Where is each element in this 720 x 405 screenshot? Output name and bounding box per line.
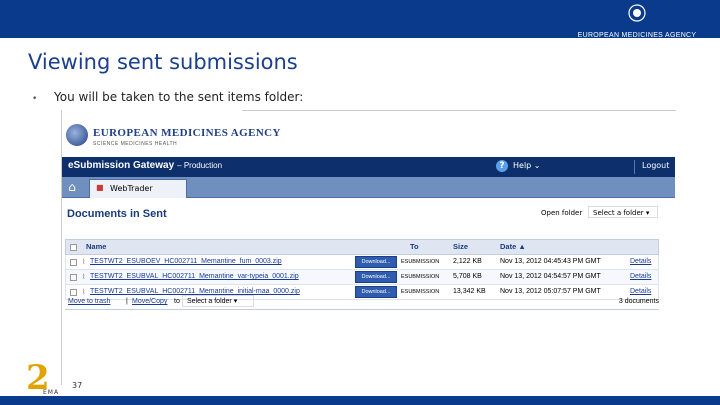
column-to[interactable]: To bbox=[410, 242, 419, 251]
app-header-bar: eSubmission Gateway – Production ? Help ⌄… bbox=[62, 157, 675, 177]
row-size: 13,342 KB bbox=[453, 288, 486, 295]
app-title: eSubmission Gateway – Production bbox=[68, 160, 222, 171]
open-folder-label: Open folder bbox=[541, 209, 583, 217]
app-title-text: eSubmission Gateway bbox=[68, 160, 175, 171]
folder-select-value: Select a folder bbox=[593, 209, 644, 217]
home-icon[interactable]: ⌂ bbox=[65, 180, 79, 194]
tab-label: WebTrader bbox=[110, 184, 153, 193]
target-folder-value: Select a folder bbox=[187, 298, 232, 305]
row-checkbox[interactable] bbox=[70, 259, 77, 266]
webtrader-icon: ■ bbox=[96, 183, 104, 192]
tab-bar: ⌂ ■ WebTrader bbox=[62, 177, 675, 198]
gateway-screenshot: EUROPEAN MEDICINES AGENCY SCIENCE MEDICI… bbox=[61, 110, 676, 325]
globe-icon bbox=[66, 124, 88, 146]
documents-table: Name To Size Date ▲ ⌇ TESTWT2_ESUBOEV_HC… bbox=[65, 239, 659, 300]
logout-link[interactable]: Logout bbox=[642, 161, 669, 170]
file-name-link[interactable]: TESTWT2_ESUBOEV_HC002711_Memantine_fum_0… bbox=[90, 258, 282, 265]
row-to: ESUBMISSION bbox=[401, 274, 440, 280]
row-size: 2,122 KB bbox=[453, 258, 482, 265]
tab-webtrader[interactable]: ■ WebTrader bbox=[89, 179, 187, 198]
file-name-link[interactable]: TESTWT2_ESUBVAL_HC002711_Memantine_initi… bbox=[90, 288, 300, 295]
download-button[interactable]: Download... bbox=[355, 256, 397, 268]
row-to: ESUBMISSION bbox=[401, 259, 440, 265]
main-content: Documents in Sent Open folder Select a f… bbox=[62, 198, 675, 325]
top-banner: EUROPEAN MEDICINES AGENCY bbox=[0, 0, 720, 39]
attachment-icon: ⌇ bbox=[82, 259, 86, 266]
row-size: 5,708 KB bbox=[453, 273, 482, 280]
open-folder-select[interactable]: Select a folder ▾ bbox=[588, 206, 658, 218]
column-size[interactable]: Size bbox=[453, 242, 468, 251]
help-menu[interactable]: Help ⌄ bbox=[513, 161, 540, 170]
row-date: Nov 13, 2012 05:07:57 PM GMT bbox=[500, 288, 601, 295]
anniversary-logo: 2 EMA bbox=[26, 358, 66, 398]
actions-separator: | bbox=[126, 298, 128, 305]
table-row[interactable]: ⌇ TESTWT2_ESUBOEV_HC002711_Memantine_fum… bbox=[65, 255, 659, 270]
bottom-banner bbox=[0, 396, 720, 405]
header-divider bbox=[634, 160, 635, 174]
bullet-item: • You will be taken to the sent items fol… bbox=[32, 90, 303, 104]
move-copy-to-label: to bbox=[174, 298, 180, 305]
download-button[interactable]: Download... bbox=[355, 271, 397, 283]
environment-label: – Production bbox=[177, 161, 223, 170]
header-logo-text: EUROPEAN MEDICINES AGENCY bbox=[577, 32, 697, 39]
move-copy-link[interactable]: Move/Copy bbox=[132, 298, 167, 305]
table-actions: Move to trash | Move/Copy to Select a fo… bbox=[65, 295, 659, 309]
table-header: Name To Size Date ▲ bbox=[65, 239, 659, 255]
bullet-dot-icon: • bbox=[32, 94, 38, 104]
app-brand-name: EUROPEAN MEDICINES AGENCY bbox=[93, 127, 281, 139]
header-checkbox[interactable] bbox=[70, 244, 77, 251]
slide-title: Viewing sent submissions bbox=[28, 50, 298, 74]
document-count: 3 documents bbox=[618, 298, 659, 305]
column-name[interactable]: Name bbox=[86, 242, 106, 251]
file-name-link[interactable]: TESTWT2_ESUBVAL_HC002711_Memantine_var-t… bbox=[90, 273, 299, 280]
row-checkbox[interactable] bbox=[70, 274, 77, 281]
target-folder-select[interactable]: Select a folder ▾ bbox=[182, 295, 254, 307]
table-row[interactable]: ⌇ TESTWT2_ESUBVAL_HC002711_Memantine_var… bbox=[65, 270, 659, 285]
details-link[interactable]: Details bbox=[630, 288, 651, 295]
screenshot-top-rule bbox=[242, 110, 676, 111]
column-date[interactable]: Date ▲ bbox=[500, 242, 526, 251]
page-number: 37 bbox=[72, 381, 83, 390]
help-icon[interactable]: ? bbox=[496, 160, 508, 172]
row-date: Nov 13, 2012 04:54:57 PM GMT bbox=[500, 273, 601, 280]
ema-header-logo: EUROPEAN MEDICINES AGENCY bbox=[572, 4, 702, 39]
attachment-icon: ⌇ bbox=[82, 274, 86, 281]
actions-divider bbox=[65, 309, 659, 310]
page-heading: Documents in Sent bbox=[67, 208, 167, 220]
anniversary-label: EMA bbox=[43, 389, 60, 396]
details-link[interactable]: Details bbox=[630, 273, 651, 280]
app-brand-tagline: SCIENCE MEDICINES HEALTH bbox=[93, 141, 178, 147]
ema-emblem-icon bbox=[628, 4, 646, 22]
move-to-trash-link[interactable]: Move to trash bbox=[68, 298, 110, 305]
bullet-text: You will be taken to the sent items fold… bbox=[54, 90, 304, 104]
details-link[interactable]: Details bbox=[630, 258, 651, 265]
row-date: Nov 13, 2012 04:45:43 PM GMT bbox=[500, 258, 601, 265]
